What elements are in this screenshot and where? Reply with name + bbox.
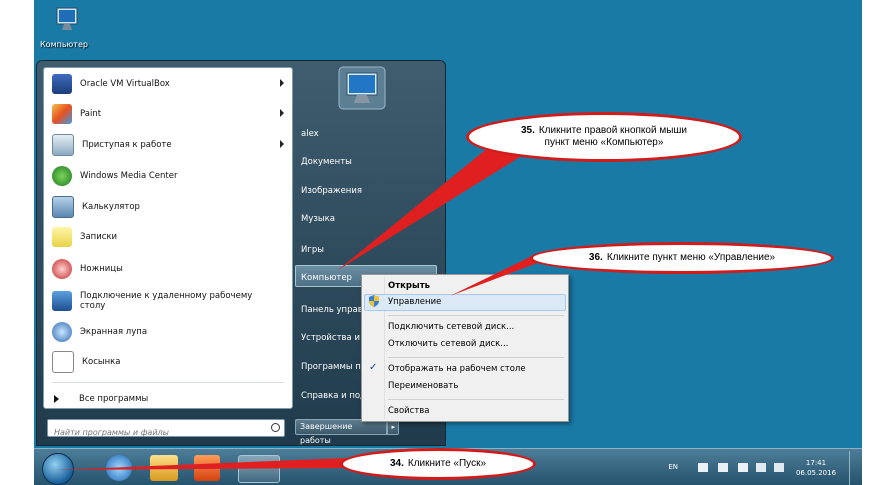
callout-number: 35. (520, 125, 535, 136)
monitor-icon (56, 7, 78, 30)
program-magnifier[interactable]: Экранная лупа (44, 318, 292, 346)
callout-34: 34. Кликните «Пуск» (340, 448, 536, 480)
magnifier-icon (52, 322, 72, 342)
place-control-panel[interactable]: Панель управ (301, 305, 363, 315)
start-menu-programs: Oracle VM VirtualBox Paint Приступая к р… (43, 67, 293, 409)
chevron-right-icon (280, 140, 284, 148)
menu-item-disconnect-drive[interactable]: Отключить сетевой диск... (388, 339, 508, 349)
program-label-line2: столу (80, 301, 106, 311)
media-player-icon[interactable] (194, 455, 220, 481)
chevron-right-icon (280, 79, 284, 87)
all-programs-button[interactable]: Все программы (50, 394, 148, 404)
virtualbox-icon (52, 74, 72, 94)
place-help[interactable]: Справка и под (301, 391, 366, 401)
menu-separator (388, 315, 564, 316)
paint-icon (52, 104, 72, 124)
program-sticky-notes[interactable]: Записки (44, 223, 292, 251)
program-label: Paint (80, 109, 102, 119)
scissors-icon (52, 259, 72, 279)
menu-separator (388, 399, 564, 400)
explorer-icon[interactable] (150, 455, 178, 481)
search-icon (271, 423, 280, 432)
program-snipping-tool[interactable]: Ножницы (44, 255, 292, 283)
callout-35: 35. Кликните правой кнопкой мыши пункт ме… (466, 112, 742, 162)
remote-desktop-icon (52, 291, 72, 311)
search-input[interactable] (52, 424, 256, 441)
program-label: Записки (80, 232, 118, 242)
program-label: Экранная лупа (80, 327, 148, 337)
program-label: Подключение к удаленному рабочему (80, 291, 253, 301)
menu-item-rename[interactable]: Переименовать (388, 381, 458, 391)
ie-icon[interactable] (106, 455, 132, 481)
menu-item-properties[interactable]: Свойства (388, 406, 430, 416)
program-label: Калькулятор (82, 202, 140, 212)
program-media-center[interactable]: Windows Media Center (44, 162, 292, 190)
divider (52, 382, 284, 383)
place-documents[interactable]: Документы (301, 157, 352, 167)
media-center-icon (52, 166, 72, 186)
program-paint[interactable]: Paint (44, 100, 292, 128)
menu-item-manage[interactable]: Управление (388, 297, 441, 307)
clock-date: 06.05.2016 (795, 469, 837, 477)
solitaire-icon (52, 351, 74, 373)
clock[interactable]: 17:41 06.05.2016 (792, 458, 840, 478)
place-pictures[interactable]: Изображения (301, 186, 362, 196)
program-label: Косынка (82, 357, 121, 367)
desktop-icon-label: Компьютер (40, 40, 88, 49)
callout-number: 34. (389, 458, 404, 469)
program-label: Oracle VM VirtualBox (80, 79, 170, 89)
context-menu: Открыть Управление Подключить сетевой ди… (361, 274, 569, 422)
menu-item-show-on-desktop[interactable]: Отображать на рабочем столе (388, 364, 526, 374)
program-solitaire[interactable]: Косынка (44, 348, 292, 376)
place-devices[interactable]: Устройства и (301, 333, 360, 343)
program-label: Windows Media Center (80, 171, 178, 181)
program-remote-desktop[interactable]: Подключение к удаленному рабочему столу (44, 286, 292, 316)
flag-icon[interactable] (698, 463, 708, 472)
calculator-icon (52, 196, 74, 218)
language-indicator[interactable]: EN (668, 463, 678, 471)
place-default-programs[interactable]: Программы п (301, 362, 361, 372)
callout-text: Кликните «Пуск» (407, 458, 487, 469)
callout-text: Кликните правой кнопкой мыши (538, 125, 688, 136)
menu-separator (388, 357, 564, 358)
getting-started-icon (52, 134, 74, 156)
volume-icon[interactable] (774, 463, 784, 472)
menu-item-open[interactable]: Открыть (388, 281, 430, 291)
program-calculator[interactable]: Калькулятор (44, 193, 292, 221)
virtualbox-task-icon[interactable] (238, 455, 280, 483)
desktop-computer-icon[interactable]: Компьютер (40, 6, 92, 49)
program-virtualbox[interactable]: Oracle VM VirtualBox (44, 70, 292, 98)
user-monitor-icon (338, 66, 386, 110)
signal-icon[interactable] (756, 463, 766, 472)
triangle-right-icon (54, 395, 59, 403)
place-music[interactable]: Музыка (301, 214, 335, 224)
checkmark-icon: ✓ (369, 362, 378, 373)
callout-35-text: 35. Кликните правой кнопкой мыши пункт ме… (521, 125, 687, 149)
callout-number: 36. (588, 252, 603, 263)
shield-icon (369, 295, 379, 307)
menu-item-map-drive[interactable]: Подключить сетевой диск... (388, 322, 514, 332)
action-center-icon[interactable] (718, 463, 728, 472)
place-games[interactable]: Игры (301, 245, 324, 255)
place-computer[interactable]: Компьютер (301, 273, 352, 283)
sticky-notes-icon (52, 227, 72, 247)
chevron-right-icon (280, 109, 284, 117)
search-box[interactable] (47, 419, 285, 441)
callout-text-line2: пункт меню «Компьютер» (544, 137, 664, 148)
program-label-wrap: Подключение к удаленному рабочему столу (80, 291, 252, 311)
all-programs-label: Все программы (79, 394, 149, 404)
show-desktop-button[interactable] (849, 451, 860, 485)
program-getting-started[interactable]: Приступая к работе (44, 131, 292, 159)
program-label: Ножницы (80, 264, 123, 274)
callout-text: Кликните пункт меню «Управление» (606, 252, 776, 263)
network-icon[interactable] (738, 463, 748, 472)
program-label: Приступая к работе (82, 140, 172, 150)
place-user[interactable]: alex (301, 129, 319, 139)
clock-time: 17:41 (805, 459, 827, 467)
start-button[interactable] (42, 453, 74, 485)
callout-36: 36. Кликните пункт меню «Управление» (530, 242, 834, 274)
